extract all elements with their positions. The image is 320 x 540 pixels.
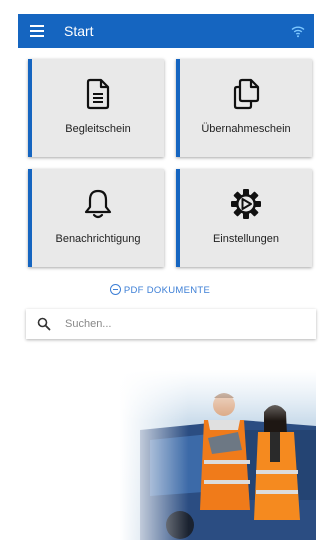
app-bar: Start xyxy=(18,14,314,48)
tile-benachrichtigung[interactable]: Benachrichtigung xyxy=(28,169,164,267)
tile-einstellungen[interactable]: Einstellungen xyxy=(176,169,312,267)
page-title: Start xyxy=(64,23,94,39)
gear-icon xyxy=(231,189,261,219)
tile-begleitschein[interactable]: Begleitschein xyxy=(28,59,164,157)
pdf-link-label: PDF DOKUMENTE xyxy=(123,285,211,296)
copy-documents-icon xyxy=(233,78,260,110)
minus-circle-icon xyxy=(109,284,121,295)
tile-uebernahmeschein[interactable]: Übernahmeschein xyxy=(176,59,312,157)
pdf-documents-link[interactable]: PDF DOKUMENTE xyxy=(0,284,320,296)
left-edge xyxy=(0,0,18,540)
tile-label: Begleitschein xyxy=(65,123,131,135)
app-frame: Start Begleitschein Übernahmeschein Bena… xyxy=(0,0,320,540)
tile-label: Benachrichtigung xyxy=(55,233,141,245)
search-bar xyxy=(26,309,316,339)
bell-icon xyxy=(84,189,112,219)
search-input[interactable] xyxy=(63,317,287,331)
tile-label: Einstellungen xyxy=(212,233,280,245)
wifi-icon xyxy=(291,26,305,38)
hamburger-menu-icon xyxy=(30,25,44,37)
menu-button[interactable] xyxy=(20,14,54,48)
workers-illustration xyxy=(120,370,316,540)
tile-label: Übernahmeschein xyxy=(201,123,291,135)
search-icon xyxy=(37,317,51,331)
document-icon xyxy=(86,78,110,110)
